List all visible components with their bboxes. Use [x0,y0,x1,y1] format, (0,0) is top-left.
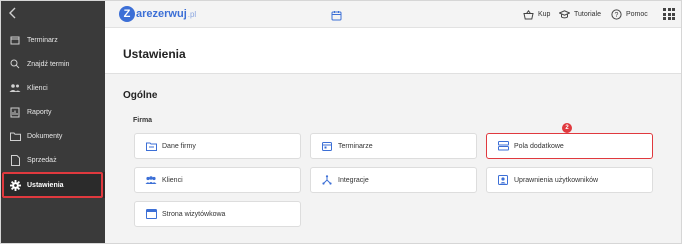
gear-icon [9,179,21,191]
top-bar: Z arezerwuj .pl Kup Tutoriale ? Pomoc [105,1,681,28]
logo-mark: Z [119,6,135,22]
company-icon [145,140,157,152]
card-pola-dodatkowe[interactable]: Pola dodatkowe [486,133,653,159]
report-icon [9,106,21,118]
sidebar-item-label: Ustawienia [27,181,64,189]
logo-text: arezerwuj [136,8,187,20]
page-title: Ustawienia [123,47,186,61]
sidebar-header [1,1,105,26]
user-badge-icon [497,174,509,186]
sidebar: Terminarz Znajdź termin Klienci Raporty [1,1,115,243]
card-label: Uprawnienia użytkowników [514,176,599,184]
card-integracje[interactable]: Integracje [310,167,477,193]
apps-grid-icon[interactable] [663,8,675,20]
card-uprawnienia-uzytkownikow[interactable]: Uprawnienia użytkowników [486,167,653,193]
card-label: Terminarze [338,142,373,150]
help-icon: ? [611,9,622,20]
page-header: Ustawienia [105,28,681,74]
sidebar-item-klienci[interactable]: Klienci [1,76,105,100]
general-section: Ogólne Firma Dane firmy Terminarze Pola … [105,75,681,243]
integration-icon [321,174,333,186]
card-terminarze[interactable]: Terminarze [310,133,477,159]
sidebar-item-dokumenty[interactable]: Dokumenty [1,124,105,148]
app-frame: Terminarz Znajdź termin Klienci Raporty [0,0,682,244]
sidebar-item-label: Sprzedaż [27,156,57,164]
sidebar-item-label: Dokumenty [27,132,63,140]
buy-link[interactable]: Kup [523,1,550,28]
sidebar-item-sprzedaz[interactable]: Sprzedaż [1,148,105,172]
sidebar-item-terminarz[interactable]: Terminarz [1,28,105,52]
tutorials-label: Tutoriale [574,11,601,18]
card-label: Integracje [338,176,369,184]
folder-icon [9,130,21,142]
sidebar-item-label: Znajdź termin [27,60,70,68]
tutorials-link[interactable]: Tutoriale [559,1,601,28]
sidebar-item-label: Raporty [27,108,52,116]
users-icon [145,174,157,186]
calendar-icon[interactable] [331,8,343,21]
sidebar-item-label: Terminarz [27,36,58,44]
card-label: Klienci [162,176,183,184]
help-label: Pomoc [626,11,648,18]
card-label: Strona wizytówkowa [162,210,226,218]
card-dane-firmy[interactable]: Dane firmy [134,133,301,159]
subsection-title: Firma [133,117,153,124]
calendar-icon [321,140,333,152]
sidebar-item-znajdz-termin[interactable]: Znajdź termin [1,52,105,76]
sidebar-item-raporty[interactable]: Raporty [1,100,105,124]
step-badge: 2 [562,123,572,133]
fields-icon [497,140,509,152]
card-klienci[interactable]: Klienci [134,167,301,193]
logo[interactable]: Z arezerwuj .pl [119,6,196,22]
graduation-cap-icon [559,10,570,19]
search-icon [9,58,21,70]
sidebar-item-label: Klienci [27,84,48,92]
sidebar-item-ustawienia[interactable]: Ustawienia [1,172,105,198]
help-link[interactable]: ? Pomoc [611,1,648,28]
buy-label: Kup [538,11,551,18]
card-strona-wizytowkowa[interactable]: Strona wizytówkowa [134,201,301,227]
section-title: Ogólne [123,90,158,101]
card-label: Dane firmy [162,142,196,150]
users-icon [9,82,21,94]
chevron-left-icon[interactable] [9,7,17,21]
logo-tld: .pl [187,9,197,19]
main-content: Ustawienia Ogólne Firma Dane firmy Termi… [105,28,681,243]
svg-text:?: ? [615,12,619,19]
card-label: Pola dodatkowe [514,142,564,150]
webpage-icon [145,208,157,220]
document-icon [9,154,21,166]
basket-icon [523,9,534,19]
calendar-icon [9,34,21,46]
